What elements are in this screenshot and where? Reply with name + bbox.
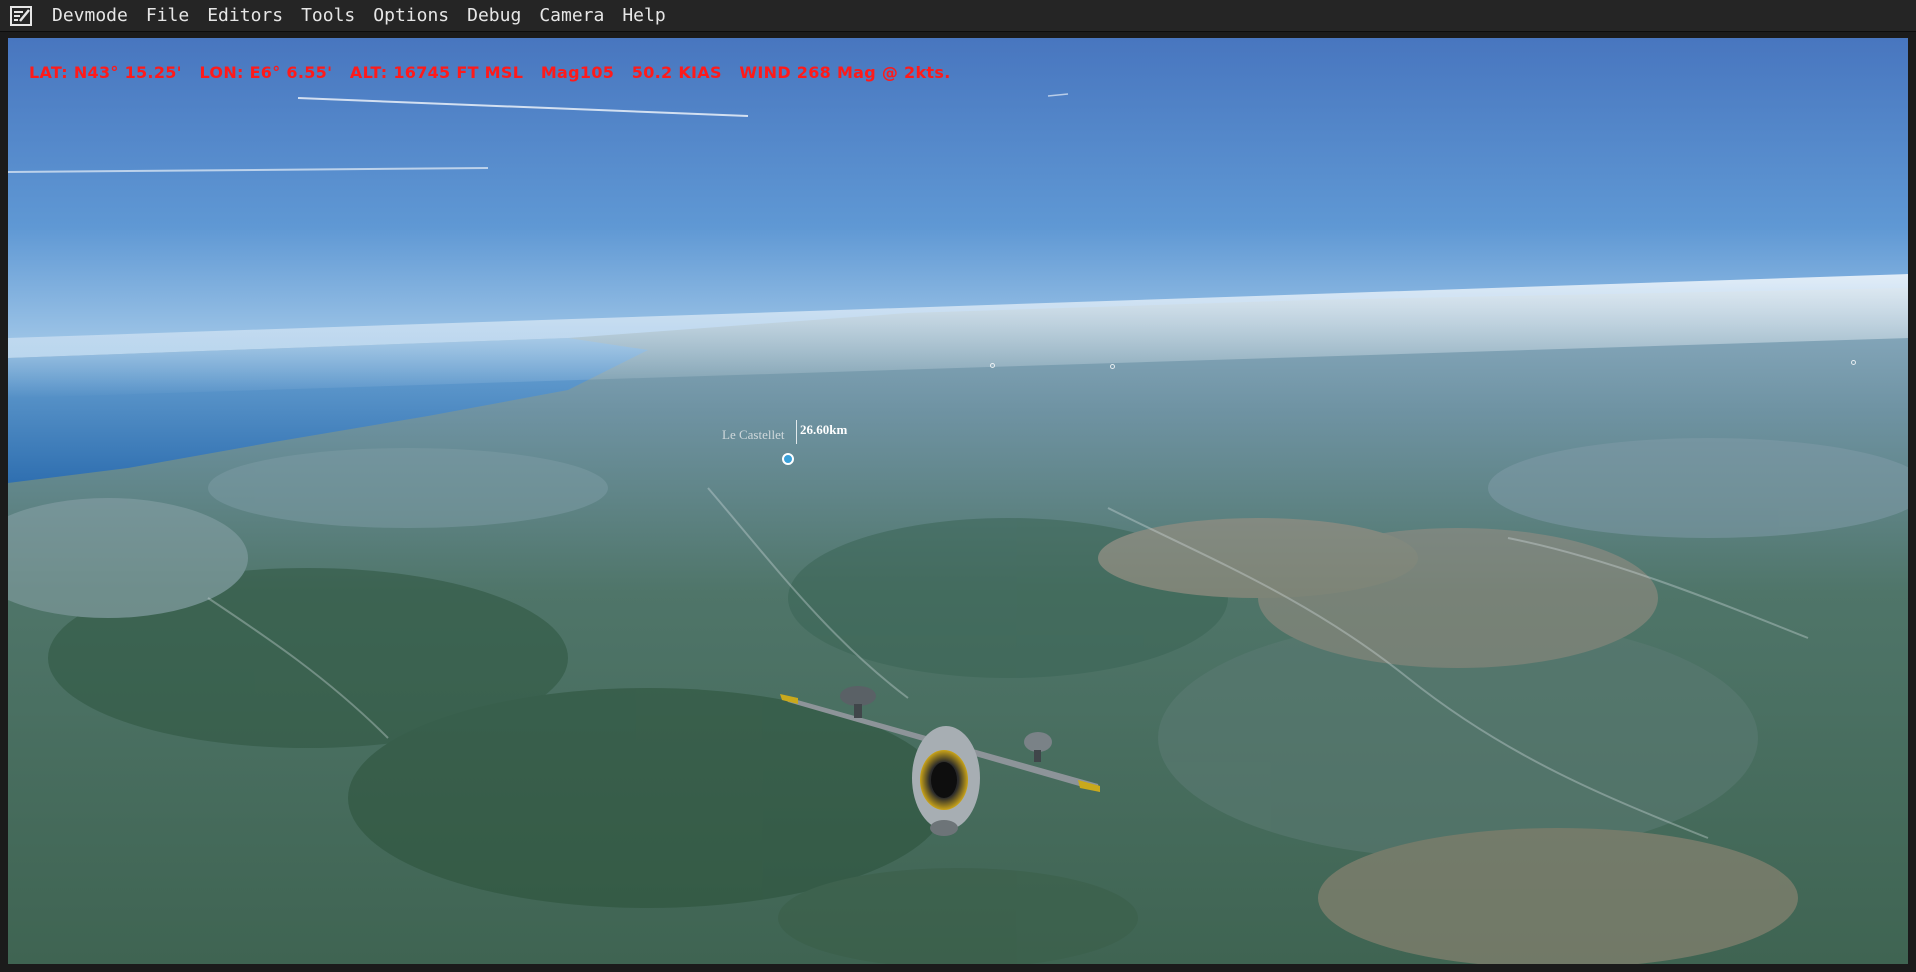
flight-viewport[interactable]: LAT: N43° 15.25' LON: E6° 6.55' ALT: 167… bbox=[8, 38, 1908, 964]
menu-help[interactable]: Help bbox=[613, 0, 674, 32]
poi-divider bbox=[796, 420, 797, 444]
menu-bar: Devmode File Editors Tools Options Debug… bbox=[0, 0, 1916, 32]
menu-debug[interactable]: Debug bbox=[458, 0, 530, 32]
menu-devmode[interactable]: Devmode bbox=[43, 0, 137, 32]
editor-logo-icon[interactable] bbox=[9, 5, 33, 27]
flight-info-hud: LAT: N43° 15.25' LON: E6° 6.55' ALT: 167… bbox=[29, 63, 951, 82]
waypoint-dot-icon bbox=[1110, 364, 1115, 369]
waypoint-dot-icon bbox=[990, 363, 995, 368]
menu-file[interactable]: File bbox=[137, 0, 198, 32]
menu-tools[interactable]: Tools bbox=[292, 0, 364, 32]
menu-camera[interactable]: Camera bbox=[530, 0, 613, 32]
poi-name-label: Le Castellet bbox=[722, 427, 785, 442]
waypoint-dot-icon bbox=[1851, 360, 1856, 365]
poi-distance-label: 26.60km bbox=[800, 422, 848, 437]
flight-scene bbox=[8, 38, 1908, 964]
menu-editors[interactable]: Editors bbox=[198, 0, 292, 32]
location-pin-icon[interactable] bbox=[782, 453, 794, 465]
menu-options[interactable]: Options bbox=[364, 0, 458, 32]
